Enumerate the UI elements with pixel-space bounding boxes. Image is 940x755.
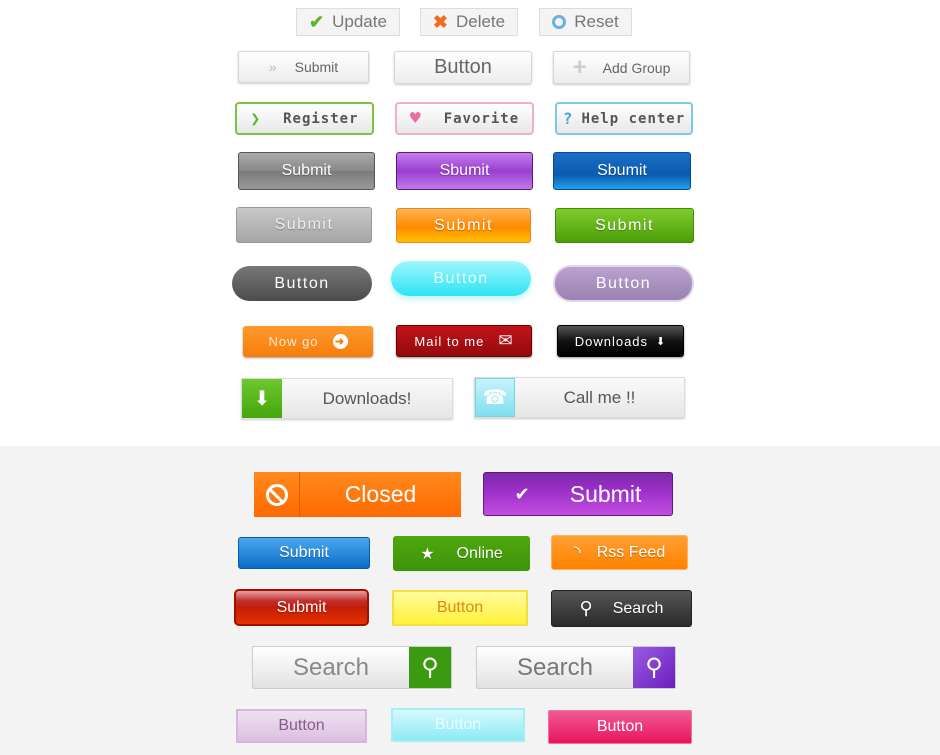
call-me-button[interactable]: ☎ Call me !! [474, 377, 685, 418]
sbumit-button[interactable]: Sbumit [553, 152, 691, 190]
register-button[interactable]: ❯ Register [235, 102, 374, 135]
submit-button[interactable]: Submit [234, 589, 369, 626]
check-icon: ✔ [309, 11, 325, 32]
label: Now go [268, 334, 319, 349]
label: Add Group [602, 59, 671, 76]
label: Favorite [443, 110, 520, 127]
sbumit-button[interactable]: Sbumit [396, 152, 533, 190]
label: Rss Feed [596, 543, 666, 561]
label: Submit [434, 216, 493, 234]
help-center-button[interactable]: ? Help center [555, 102, 693, 135]
closed-button[interactable]: Closed [254, 472, 461, 517]
add-group-button[interactable]: + Add Group [553, 51, 690, 84]
reset-button[interactable]: Reset [539, 8, 632, 36]
search-icon[interactable]: ⚲ [633, 647, 675, 688]
submit-button[interactable]: Submit [236, 207, 372, 243]
button[interactable]: Button [548, 710, 692, 744]
rss-feed-button[interactable]: ◝ Rss Feed [551, 535, 688, 570]
update-button[interactable]: ✔ Update [296, 8, 400, 36]
search-field-purple[interactable]: Search ⚲ [476, 646, 676, 689]
label: Help center [581, 110, 686, 127]
label: Submit [279, 544, 329, 561]
search-placeholder: Search [292, 653, 370, 681]
label: Submit [276, 598, 327, 616]
label: Button [433, 269, 489, 287]
double-chevron-icon: » [268, 59, 277, 75]
submit-button[interactable]: Submit [555, 208, 694, 243]
submit-button[interactable]: Submit [238, 537, 370, 569]
label: Sbumit [597, 162, 647, 179]
mail-to-me-button[interactable]: Mail to me ✉ [396, 325, 532, 357]
label: Mail to me [414, 333, 485, 349]
button[interactable]: Button [391, 261, 531, 296]
label: Submit [281, 162, 332, 179]
check-icon: ✔ [514, 483, 530, 504]
download-icon: ⬇ [242, 379, 282, 418]
arrow-down-icon: ⬇ [656, 335, 667, 348]
label: Downloads [574, 333, 649, 349]
label: Search [612, 599, 664, 617]
search-button[interactable]: ⚲ Search [551, 590, 692, 627]
label: Downloads! [322, 388, 412, 408]
button[interactable]: Button [553, 265, 694, 302]
label: Button [596, 718, 644, 735]
star-icon: ★ [420, 545, 435, 563]
submit-button[interactable]: Submit [238, 152, 375, 190]
search-placeholder: Search [516, 653, 594, 681]
submit-button[interactable]: » Submit [238, 51, 369, 83]
submit-button[interactable]: Submit [396, 208, 531, 243]
chevron-right-icon: ❯ [250, 109, 262, 128]
prohibited-icon [254, 472, 300, 517]
mail-icon: ✉ [498, 331, 514, 350]
question-icon: ? [562, 109, 574, 128]
label: Submit [294, 59, 339, 75]
submit-button[interactable]: ✔ Submit [483, 472, 673, 516]
label: Button [274, 274, 330, 292]
label: Reset [574, 12, 619, 31]
button[interactable]: Button [394, 51, 532, 84]
downloads-button[interactable]: Downloads ⬇ [557, 325, 684, 357]
search-icon[interactable]: ⚲ [409, 647, 451, 688]
online-button[interactable]: ★ Online [393, 536, 530, 571]
label: Button [434, 716, 482, 733]
button[interactable]: Button [392, 590, 528, 626]
label: Button [436, 599, 484, 616]
button[interactable]: Button [236, 709, 367, 743]
favorite-button[interactable]: ♥ Favorite [395, 102, 534, 135]
downloads-button[interactable]: ⬇ Downloads! [241, 378, 453, 419]
x-icon: ✖ [432, 11, 448, 32]
plus-icon: + [572, 53, 587, 81]
label: Button [278, 717, 325, 734]
label: Call me !! [563, 387, 636, 407]
label: Closed [344, 481, 417, 507]
label: Delete [455, 12, 506, 31]
button[interactable]: Button [391, 708, 525, 742]
heart-icon: ♥ [409, 108, 422, 129]
label: Sbumit [439, 162, 490, 179]
label: Submit [274, 216, 334, 233]
label: Online [456, 544, 503, 562]
search-icon: ⚲ [579, 598, 593, 618]
label: Register [283, 110, 359, 127]
label: Submit [569, 480, 642, 507]
label: Button [434, 56, 492, 78]
rss-icon: ◝ [573, 542, 581, 562]
label: Update [332, 12, 387, 31]
arrow-right-circle-icon: ➜ [332, 334, 348, 349]
label: Submit [595, 216, 654, 234]
delete-button[interactable]: ✖ Delete [420, 8, 518, 36]
label: Button [595, 274, 652, 292]
button[interactable]: Button [232, 266, 372, 301]
search-field-green[interactable]: Search ⚲ [252, 646, 452, 689]
phone-icon: ☎ [475, 378, 515, 417]
now-go-button[interactable]: Now go ➜ [243, 326, 373, 357]
circle-icon [552, 15, 567, 29]
